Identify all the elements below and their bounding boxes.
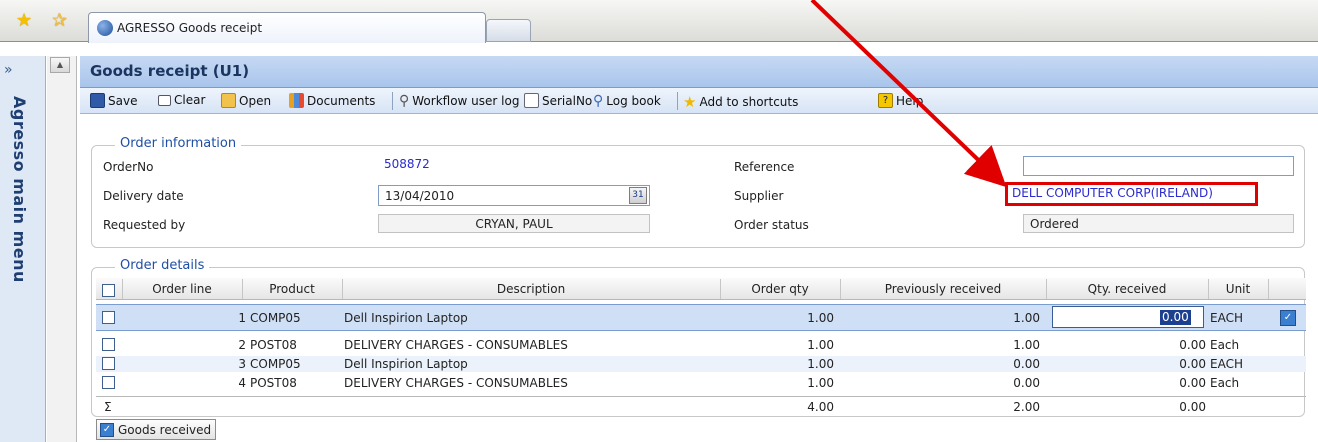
annotation-arrow	[810, 0, 1007, 188]
